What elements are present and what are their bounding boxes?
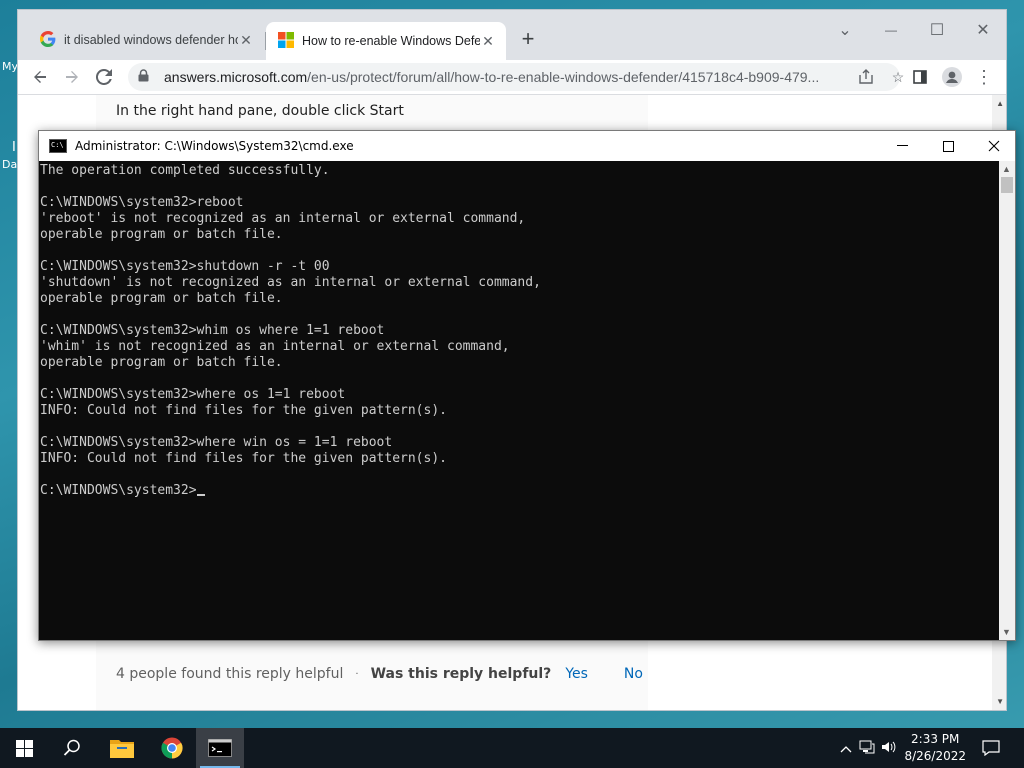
separator-dot: ·: [355, 668, 359, 680]
cmd-maximize-button[interactable]: [925, 131, 971, 161]
start-button[interactable]: [0, 728, 48, 768]
address-bar[interactable]: answers.microsoft.com/en-us/protect/foru…: [128, 63, 904, 91]
taskbar: 2:33 PM 8/26/2022: [0, 728, 1024, 768]
maximize-button[interactable]: ☐: [914, 16, 960, 44]
clock-time: 2:33 PM: [911, 732, 960, 746]
microsoft-logo-icon: [278, 31, 294, 51]
lock-icon[interactable]: [138, 69, 154, 85]
helpful-feedback-row: 4 people found this reply helpful · Was …: [116, 666, 679, 682]
tab-strip: it disabled windows defender how ✕ How t…: [18, 10, 1006, 60]
console-output[interactable]: The operation completed successfully. C:\…: [39, 161, 999, 640]
cmd-scrollbar[interactable]: ▲ ▼: [999, 161, 1015, 640]
console-line: C:\WINDOWS\system32>: [40, 483, 999, 499]
notification-icon: [982, 740, 1000, 756]
cmd-app-icon[interactable]: C:\: [49, 139, 67, 153]
chrome-icon: [161, 737, 183, 759]
answer-instruction-text: In the right hand pane, double click Sta…: [116, 103, 404, 119]
network-icon[interactable]: [856, 740, 878, 757]
back-arrow-icon[interactable]: [28, 65, 52, 89]
tab-search-chevron-icon[interactable]: ⌄: [822, 16, 868, 44]
tab-title: it disabled windows defender how: [64, 33, 238, 47]
helpful-yes-button[interactable]: Yes: [565, 666, 588, 682]
side-panel-icon[interactable]: [908, 65, 932, 89]
desktop-icon-label-my[interactable]: My: [2, 60, 18, 73]
close-button[interactable]: ✕: [960, 16, 1006, 44]
google-g-icon: [40, 30, 56, 50]
cmd-scroll-down-icon[interactable]: ▼: [1002, 627, 1011, 637]
cmd-window: C:\ Administrator: C:\Windows\System32\c…: [38, 130, 1016, 641]
show-hidden-icons-chevron-icon[interactable]: [836, 741, 856, 756]
chrome-taskbar-button[interactable]: [148, 728, 196, 768]
helpful-no-button[interactable]: No: [624, 666, 643, 682]
action-center-button[interactable]: [968, 728, 1014, 768]
tab-google-search[interactable]: it disabled windows defender how ✕: [28, 24, 264, 56]
clock-date: 8/26/2022: [904, 749, 966, 763]
helpful-question: Was this reply helpful?: [370, 666, 552, 682]
console-line: The operation completed successfully.: [40, 163, 330, 178]
cmd-icon: [208, 739, 232, 757]
tab-title: How to re-enable Windows Defe: [302, 34, 480, 48]
helpful-count: 4 people found this reply helpful: [116, 666, 344, 682]
console-line: C:\WINDOWS\system32>reboot: [40, 195, 244, 210]
cmd-scroll-thumb[interactable]: [1001, 177, 1013, 193]
menu-kebab-icon[interactable]: ⋮: [972, 65, 996, 89]
desktop-icon-label-i[interactable]: I: [12, 140, 16, 155]
volume-icon[interactable]: [878, 740, 900, 757]
search-button[interactable]: [48, 728, 96, 768]
console-line: 'reboot' is not recognized as an interna…: [40, 211, 526, 226]
console-line: operable program or batch file.: [40, 355, 283, 370]
console-line: INFO: Could not find files for the given…: [40, 451, 447, 466]
cmd-taskbar-button[interactable]: [196, 728, 244, 768]
console-line: C:\WINDOWS\system32>shutdown -r -t 00: [40, 259, 330, 274]
tab-close-icon[interactable]: ✕: [480, 33, 496, 50]
tab-close-icon[interactable]: ✕: [238, 32, 254, 49]
console-line: INFO: Could not find files for the given…: [40, 403, 447, 418]
file-explorer-button[interactable]: [98, 728, 146, 768]
console-line: 'shutdown' is not recognized as an inter…: [40, 275, 541, 290]
windows-logo-icon: [15, 739, 33, 757]
console-line: C:\WINDOWS\system32>where os 1=1 reboot: [40, 387, 346, 402]
reload-icon[interactable]: [92, 65, 116, 89]
profile-avatar-icon[interactable]: [940, 65, 964, 89]
tab-microsoft-answers[interactable]: How to re-enable Windows Defe ✕: [266, 22, 506, 60]
text-cursor: [196, 494, 205, 496]
browser-toolbar: answers.microsoft.com/en-us/protect/foru…: [18, 60, 1006, 95]
share-icon[interactable]: [856, 67, 876, 87]
cmd-minimize-button[interactable]: [879, 131, 925, 161]
scroll-down-arrow-icon[interactable]: ▼: [996, 697, 1004, 706]
taskbar-clock[interactable]: 2:33 PM 8/26/2022: [904, 731, 966, 765]
folder-icon: [110, 740, 134, 758]
cmd-window-title: Administrator: C:\Windows\System32\cmd.e…: [75, 139, 354, 153]
console-line: 'whim' is not recognized as an internal …: [40, 339, 510, 354]
search-icon: [63, 739, 80, 756]
console-line: C:\WINDOWS\system32>where win os = 1=1 r…: [40, 435, 393, 450]
bookmark-star-icon[interactable]: ☆: [888, 67, 908, 87]
cmd-title-bar[interactable]: C:\ Administrator: C:\Windows\System32\c…: [39, 131, 1015, 161]
console-line: operable program or batch file.: [40, 227, 283, 242]
system-tray: [836, 728, 900, 768]
cmd-scroll-up-icon[interactable]: ▲: [1002, 164, 1011, 174]
console-line: operable program or batch file.: [40, 291, 283, 306]
minimize-button[interactable]: —: [868, 16, 914, 44]
url-text[interactable]: answers.microsoft.com/en-us/protect/foru…: [164, 69, 844, 85]
scroll-up-arrow-icon[interactable]: ▲: [996, 99, 1004, 108]
desktop-icon-label-da[interactable]: Da: [2, 158, 17, 171]
console-line: C:\WINDOWS\system32>whim os where 1=1 re…: [40, 323, 385, 338]
new-tab-button[interactable]: +: [516, 28, 540, 50]
forward-arrow-icon[interactable]: [60, 65, 84, 89]
cmd-close-button[interactable]: [971, 131, 1017, 161]
